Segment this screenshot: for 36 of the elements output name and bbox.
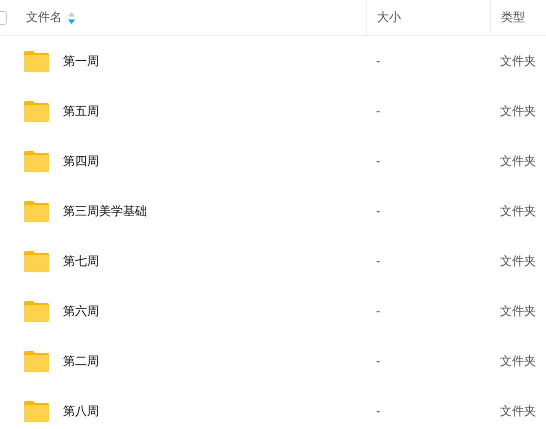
folder-icon: [24, 300, 49, 322]
file-name[interactable]: 第七周: [63, 252, 99, 270]
file-type: 文件夹: [500, 102, 536, 120]
file-name[interactable]: 第五周: [63, 102, 99, 120]
file-size: -: [376, 154, 380, 168]
file-size: -: [376, 104, 380, 118]
file-type: 文件夹: [500, 402, 536, 420]
file-name[interactable]: 第六周: [63, 302, 99, 320]
file-type: 文件夹: [500, 202, 536, 220]
file-name[interactable]: 第八周: [63, 402, 99, 420]
file-type: 文件夹: [500, 302, 536, 320]
folder-icon: [24, 350, 49, 372]
file-name[interactable]: 第一周: [63, 52, 99, 70]
folder-icon: [24, 100, 49, 122]
file-type: 文件夹: [500, 152, 536, 170]
file-size: -: [376, 54, 380, 68]
column-header[interactable]: 大小: [377, 9, 401, 26]
file-name[interactable]: 第二周: [63, 352, 99, 370]
folder-icon: [24, 50, 49, 72]
file-type: 文件夹: [500, 352, 536, 370]
file-size: -: [376, 304, 380, 318]
file-size: -: [376, 404, 380, 418]
column-header[interactable]: 类型: [501, 9, 525, 26]
file-size: -: [376, 254, 380, 268]
file-name[interactable]: 第四周: [63, 152, 99, 170]
column-header[interactable]: 文件名: [26, 9, 62, 26]
sort-icon[interactable]: [68, 12, 75, 24]
file-type: 文件夹: [500, 52, 536, 70]
file-size: -: [376, 354, 380, 368]
folder-icon: [24, 400, 49, 422]
file-size: -: [376, 204, 380, 218]
folder-icon: [24, 200, 49, 222]
file-type: 文件夹: [500, 252, 536, 270]
folder-icon: [24, 250, 49, 272]
folder-icon: [24, 150, 49, 172]
file-name[interactable]: 第三周美学基础: [63, 202, 147, 220]
